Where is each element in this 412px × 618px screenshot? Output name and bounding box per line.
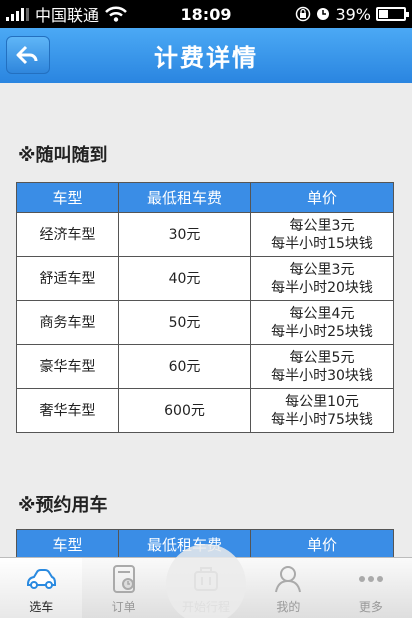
back-arrow-icon: [16, 45, 38, 65]
column-header: 车型: [16, 182, 119, 213]
back-button[interactable]: [6, 36, 50, 74]
car-icon: [27, 569, 57, 589]
column-header: 单价: [250, 182, 394, 213]
user-icon: [275, 566, 302, 593]
section-title-on-demand: ※随叫随到: [18, 145, 108, 166]
price-per-half-hour: 每半小时15块钱: [271, 235, 373, 252]
tab-select-car[interactable]: 选车: [0, 558, 83, 618]
alarm-icon: [317, 8, 330, 20]
rotation-lock-icon: [296, 6, 311, 22]
price-cell: 每公里3元 每半小时15块钱: [250, 212, 394, 257]
min-fee-cell: 30元: [118, 212, 251, 257]
price-per-km: 每公里10元: [285, 393, 359, 410]
battery-percent: 39%: [335, 4, 371, 24]
price-per-half-hour: 每半小时30块钱: [271, 367, 373, 384]
car-type-cell: 商务车型: [16, 300, 119, 345]
column-header: 最低租车费: [118, 182, 251, 213]
status-bar: 中国联通 18:09 39%: [0, 0, 412, 28]
price-cell: 每公里10元 每半小时75块钱: [250, 388, 394, 433]
car-type-cell: 舒适车型: [16, 256, 119, 301]
tab-label: 订单: [111, 600, 136, 614]
car-type-cell: 奢华车型: [16, 388, 119, 433]
nav-bar: 计费详情: [0, 28, 412, 83]
tab-bar: 选车 订单 开始行程 我的 更多: [0, 544, 412, 618]
section-title-reservation: ※预约用车: [18, 495, 108, 516]
price-per-km: 每公里5元: [289, 349, 355, 366]
table-header-row: 车型 最低租车费 单价: [16, 529, 394, 557]
signal-icon: [6, 7, 29, 21]
trip-icon: [194, 567, 219, 591]
order-icon: [112, 565, 135, 593]
fare-table-reservation: 车型 最低租车费 单价: [16, 529, 394, 557]
battery-icon: [376, 7, 409, 21]
table-row: 舒适车型 40元 每公里3元 每半小时20块钱: [16, 256, 394, 301]
table-row: 奢华车型 600元 每公里10元 每半小时75块钱: [16, 388, 394, 433]
min-fee-cell: 50元: [118, 300, 251, 345]
tab-more[interactable]: 更多: [330, 558, 412, 618]
price-per-half-hour: 每半小时20块钱: [271, 279, 373, 296]
tab-start-trip[interactable]: 开始行程: [165, 558, 247, 618]
content-scroll-area[interactable]: ※随叫随到 车型 最低租车费 单价 经济车型 30元 每公里3元 每半小时15块钱…: [0, 83, 412, 557]
car-type-cell: 豪华车型: [16, 344, 119, 389]
price-per-half-hour: 每半小时25块钱: [271, 323, 373, 340]
price-cell: 每公里3元 每半小时20块钱: [250, 256, 394, 301]
min-fee-cell: 40元: [118, 256, 251, 301]
column-header: 单价: [250, 529, 394, 557]
tab-label: 我的: [276, 600, 301, 614]
table-row: 豪华车型 60元 每公里5元 每半小时30块钱: [16, 344, 394, 389]
tab-label: 更多: [358, 600, 383, 614]
price-per-km: 每公里3元: [289, 261, 355, 278]
price-cell: 每公里5元 每半小时30块钱: [250, 344, 394, 389]
price-per-km: 每公里3元: [289, 217, 355, 234]
table-row: 经济车型 30元 每公里3元 每半小时15块钱: [16, 212, 394, 257]
carrier-name: 中国联通: [35, 6, 100, 25]
min-fee-cell: 600元: [118, 388, 251, 433]
page-title: 计费详情: [154, 44, 258, 72]
column-header: 最低租车费: [118, 529, 251, 557]
car-type-cell: 经济车型: [16, 212, 119, 257]
min-fee-cell: 60元: [118, 344, 251, 389]
tab-label: 开始行程: [182, 600, 231, 614]
tab-label: 选车: [29, 600, 54, 614]
price-per-km: 每公里4元: [289, 305, 355, 322]
tab-orders[interactable]: 订单: [82, 558, 164, 618]
more-icon: [358, 576, 383, 582]
price-per-half-hour: 每半小时75块钱: [271, 411, 373, 428]
table-header-row: 车型 最低租车费 单价: [16, 182, 394, 213]
tab-mine[interactable]: 我的: [247, 558, 329, 618]
price-cell: 每公里4元 每半小时25块钱: [250, 300, 394, 345]
fare-table-on-demand: 车型 最低租车费 单价 经济车型 30元 每公里3元 每半小时15块钱 舒适车型 …: [16, 182, 394, 433]
table-row: 商务车型 50元 每公里4元 每半小时25块钱: [16, 300, 394, 345]
wifi-icon: [105, 6, 127, 22]
column-header: 车型: [16, 529, 119, 557]
